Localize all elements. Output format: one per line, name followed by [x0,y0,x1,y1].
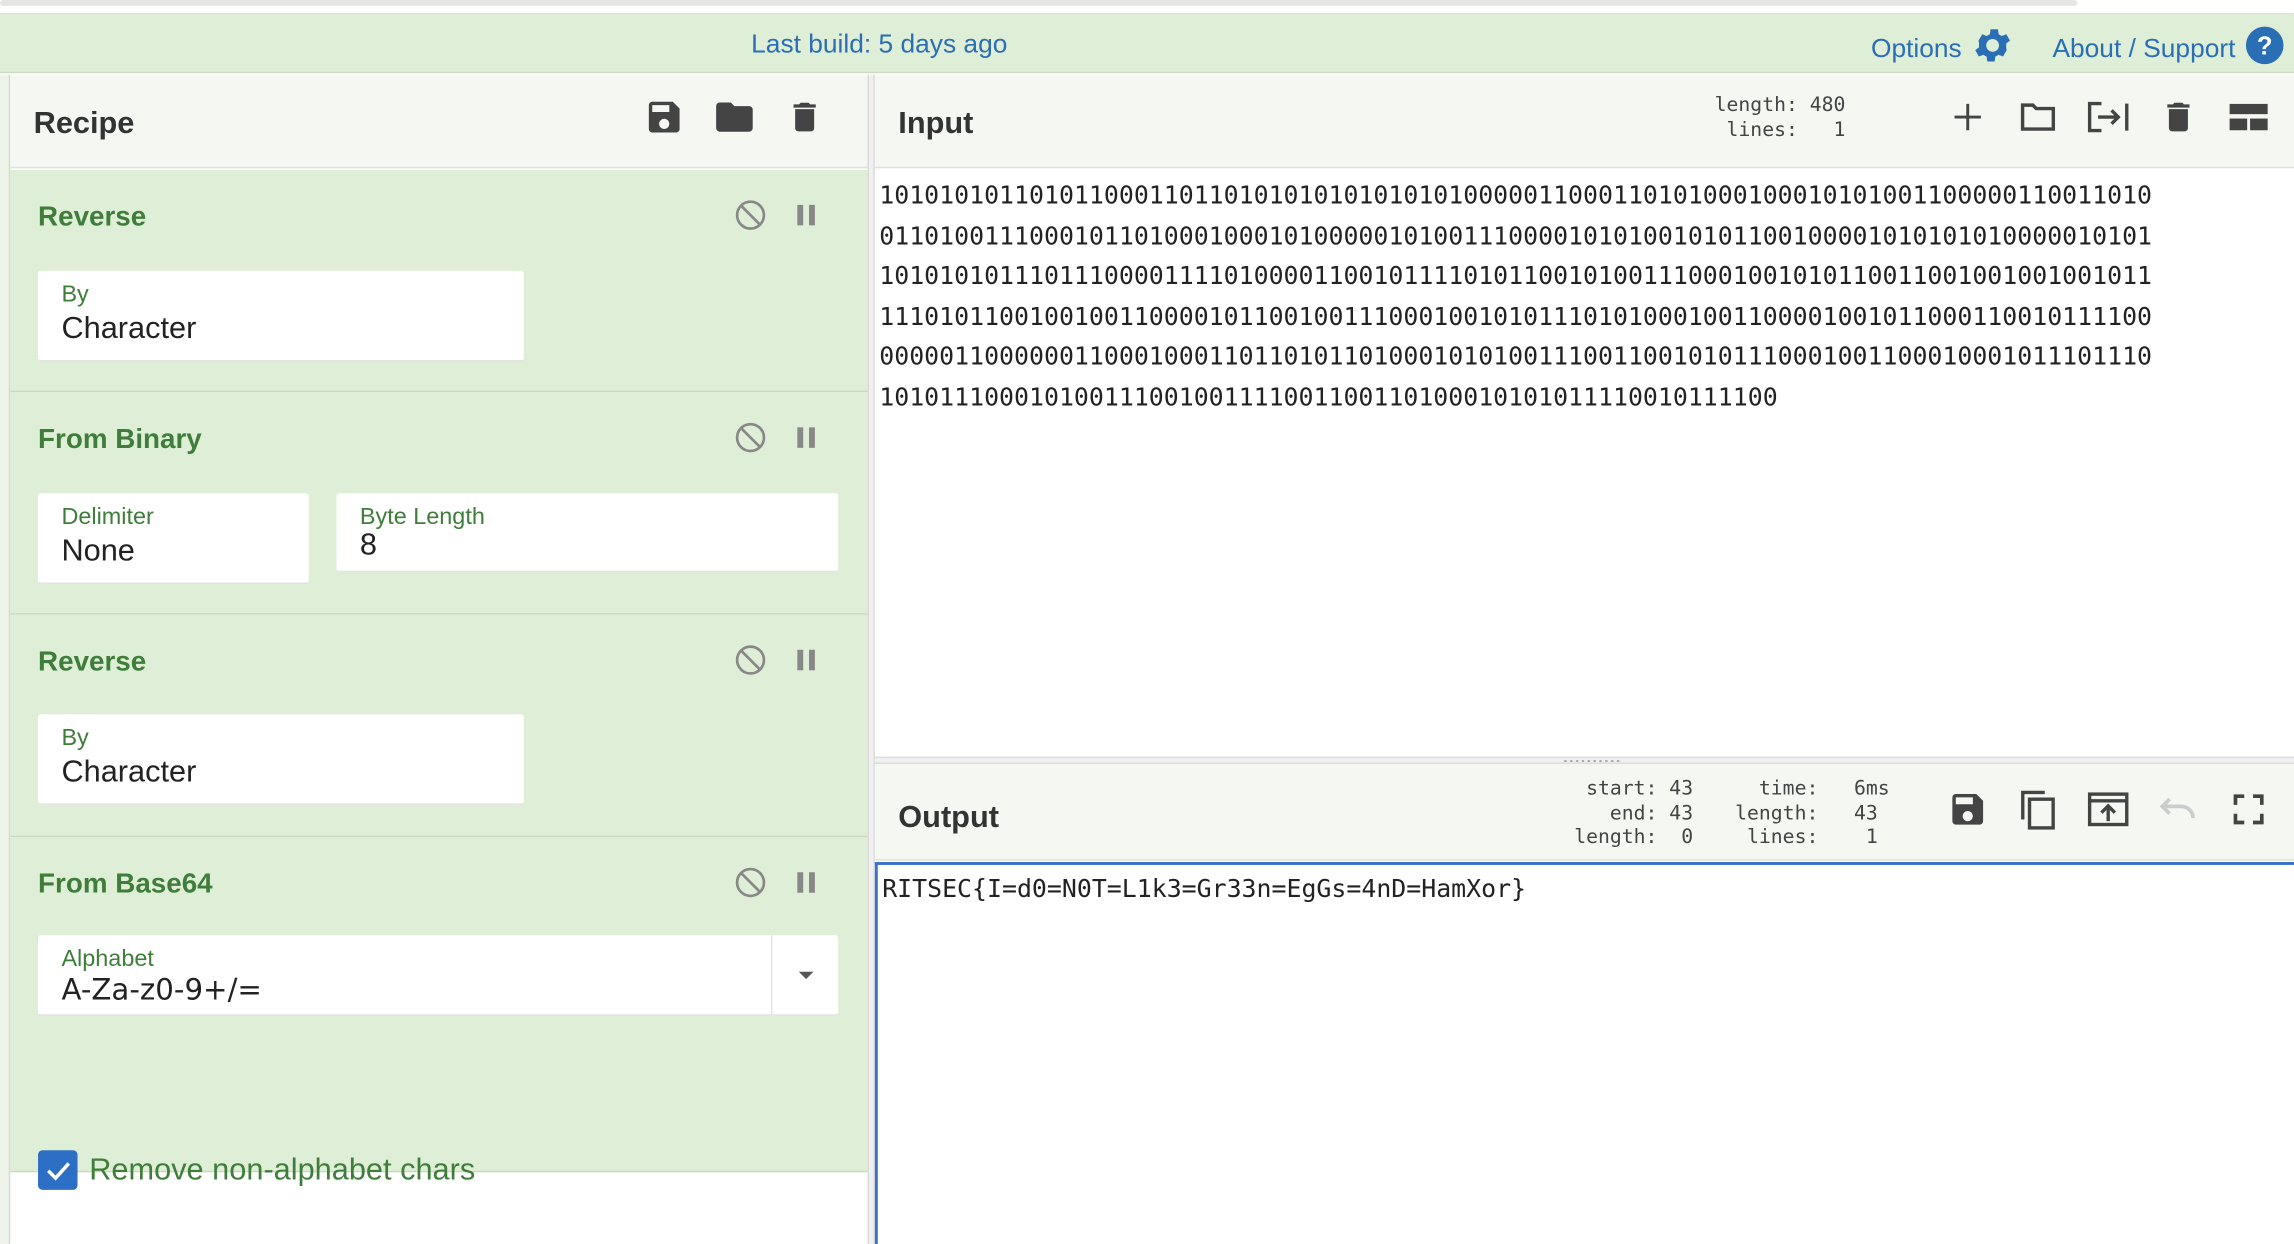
disable-icon[interactable] [733,420,768,455]
operation-from-binary[interactable]: From Binary Delimiter None Byte Length 8 [10,392,868,615]
copy-output-icon[interactable] [2016,787,2060,831]
save-output-icon[interactable] [1946,787,1990,831]
pause-icon[interactable] [789,865,824,900]
operation-title: From Base64 [38,869,213,901]
output-header: Output start: 43 end: 43 length: 0 time:… [874,763,2294,861]
clear-recipe-trash-icon[interactable] [783,95,827,139]
options-label: Options [1870,33,1962,63]
output-position-stats: start: 43 end: 43 length: 0 [1574,777,1694,849]
output-pane: Output start: 43 end: 43 length: 0 time:… [874,763,2294,1244]
clear-input-trash-icon[interactable] [2156,95,2200,139]
remove-non-alphabet-checkbox[interactable]: Remove non-alphabet chars [38,1150,475,1190]
field-value: A-Za-z0-9+/= [61,971,262,1007]
checkbox-label: Remove non-alphabet chars [89,1152,476,1187]
field-label: By [61,725,89,751]
open-file-folder-icon[interactable] [2016,95,2060,139]
field-value: None [61,534,135,568]
field-value: Character [61,755,197,789]
top-scroll-track [0,0,2294,15]
field-label: By [61,282,89,308]
input-line: 0000011000000110001000110110101101000101… [879,342,2153,372]
operation-from-base64[interactable]: From Base64 Alphabet A-Za-z0-9+/= Remove… [10,837,868,1190]
dropdown-caret-icon[interactable] [771,935,838,1016]
input-pane: Input length: 480 lines: 1 1010101011010… [874,74,2294,757]
alphabet-field[interactable]: Alphabet A-Za-z0-9+/= [38,935,839,1016]
svg-text:?: ? [2257,33,2273,61]
reset-layout-icon[interactable] [2227,95,2271,139]
input-line: 1010101011101110000111101000011001011110… [879,261,2153,292]
operation-title: Reverse [38,646,147,678]
vertical-pane-divider[interactable] [867,74,875,1244]
gear-icon [1971,23,2015,74]
field-value: 8 [359,528,377,562]
checkbox-checked-icon[interactable] [38,1150,78,1190]
field-label: Delimiter [61,504,154,530]
save-recipe-icon[interactable] [642,95,686,139]
undo-icon[interactable] [2156,787,2200,831]
recipe-header: Recipe [10,74,868,169]
input-header: Input length: 480 lines: 1 [874,74,2294,169]
pause-icon[interactable] [789,198,824,233]
operation-reverse-2[interactable]: Reverse By Character [10,614,868,838]
input-line: 1110101100100100110000101100100111000100… [879,302,2153,332]
help-icon: ? [2244,25,2285,73]
open-file-import-icon[interactable] [2086,95,2130,139]
top-banner: Last build: 5 days ago Options About / S… [0,14,2294,74]
disable-icon[interactable] [733,865,768,900]
field-value: Character [61,311,197,346]
field-label: Byte Length [359,504,485,530]
output-title: Output [898,800,999,835]
last-build-text[interactable]: Last build: 5 days ago [0,29,1759,60]
horizontal-scrollbar[interactable] [0,0,2078,6]
disable-icon[interactable] [733,198,768,233]
input-title: Input [898,106,974,141]
field-label: Alphabet [61,946,154,972]
delimiter-field[interactable]: Delimiter None [38,493,309,584]
byte-length-field[interactable]: Byte Length 8 [336,493,839,573]
add-tab-plus-icon[interactable] [1946,95,1990,139]
pause-icon[interactable] [789,420,824,455]
operations-collapse-handle[interactable] [0,74,11,1244]
input-stats: length: 480 lines: 1 [1714,93,1846,142]
recipe-title: Recipe [33,106,135,141]
pause-icon[interactable] [789,642,824,677]
about-support-label: About / Support [2052,33,2236,63]
options-link[interactable]: Options [1871,23,2014,74]
operation-reverse-1[interactable]: Reverse By Character [10,169,868,393]
input-line: 1010101011010110001101101010101010101010… [879,181,2153,211]
replace-input-with-output-icon[interactable] [2086,787,2130,831]
disable-icon[interactable] [733,642,768,677]
input-textarea[interactable]: 1010101011010110001101101010101010101010… [874,171,2294,754]
horizontal-pane-divider[interactable] [874,756,2294,764]
about-support-link[interactable]: About / Support ? [2052,25,2285,73]
recipe-pane: Recipe Reverse By Character From Binary … [0,74,868,1244]
output-textarea[interactable]: RITSEC{I=d0=N0T=L1k3=Gr33n=EgGs=4nD=HamX… [874,862,2294,1244]
operation-title: Reverse [38,201,147,233]
by-field[interactable]: By Character [38,714,524,805]
operation-title: From Binary [38,424,202,456]
input-line: 0110100111000101101000100010100000101001… [879,221,2153,251]
output-text: RITSEC{I=d0=N0T=L1k3=Gr33n=EgGs=4nD=HamX… [882,875,1527,905]
maximise-output-icon[interactable] [2227,787,2271,831]
load-recipe-folder-icon[interactable] [712,95,756,139]
input-line: 1010111000101001110010011110011001101000… [879,382,1778,412]
by-field[interactable]: By Character [38,270,524,362]
output-time-stats: time: 6ms length: 43 lines: 1 [1735,777,1890,849]
